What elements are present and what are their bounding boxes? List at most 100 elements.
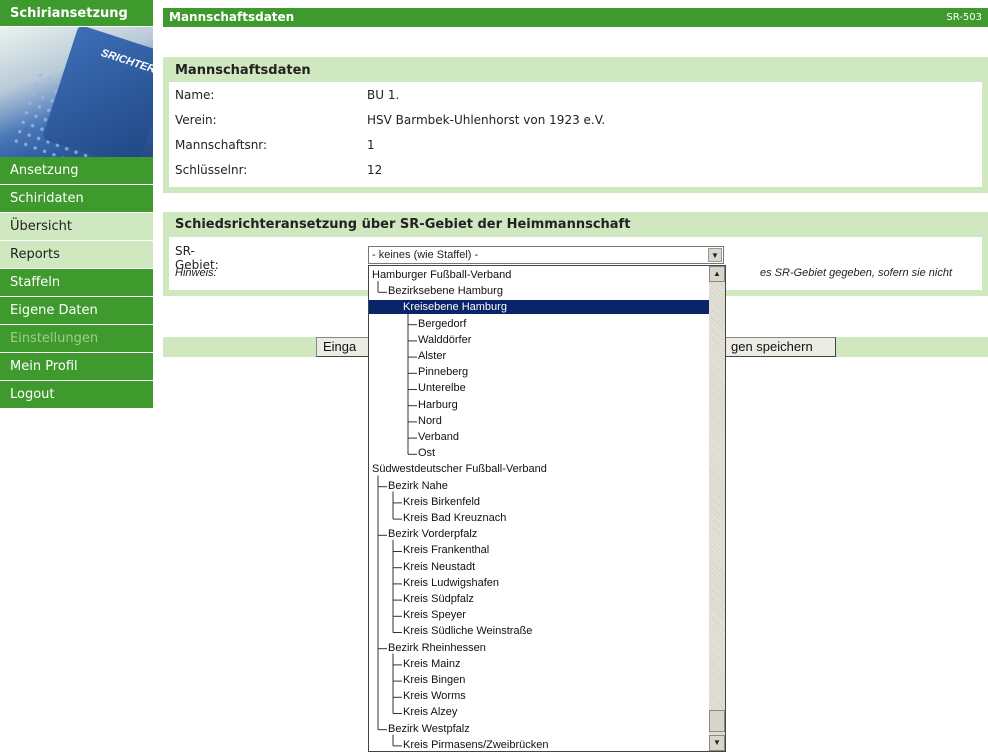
dropdown-option[interactable]: Nord: [369, 414, 709, 428]
scrollbar[interactable]: [709, 266, 725, 751]
option-label: Harburg: [418, 398, 458, 411]
dropdown-option[interactable]: Verband: [369, 430, 709, 444]
sr-area-dropdown[interactable]: Hamburger Fußball-Verband Bezirksebene Ha…: [368, 265, 726, 752]
banner-text: SRICHTER: [99, 47, 153, 76]
option-label: Kreis Alzey: [403, 706, 458, 719]
dropdown-option[interactable]: Kreis Pirmasens/Zweibrücken: [369, 738, 709, 751]
dropdown-option[interactable]: Harburg: [369, 398, 709, 412]
dropdown-option[interactable]: Bezirk Nahe: [369, 479, 709, 493]
team-panel-title: Mannschaftsdaten: [175, 63, 311, 78]
option-label: Verband: [418, 431, 459, 443]
option-label: Kreis Südpfalz: [403, 593, 474, 605]
dropdown-option[interactable]: Kreis Bad Kreuznach: [369, 511, 709, 525]
dropdown-option[interactable]: Kreis Ludwigshafen: [369, 576, 709, 590]
field-value: HSV Barmbek-Uhlenhorst von 1923 e.V.: [367, 113, 606, 127]
option-label: Kreis Speyer: [403, 609, 466, 622]
banner-image: SRICHTER: [0, 27, 153, 157]
assignment-panel-title: Schiedsrichteransetzung über SR-Gebiet d…: [175, 217, 631, 232]
option-label: Kreis Südliche Weinstraße: [403, 625, 533, 638]
nav-item-einstellungen: Einstellungen: [0, 325, 153, 353]
option-label: Kreis Birkenfeld: [403, 495, 481, 508]
dropdown-option[interactable]: Hamburger Fußball-Verband: [369, 268, 709, 282]
option-label: Kreisebene Hamburg: [403, 301, 507, 314]
field-value: BU 1.: [367, 88, 400, 102]
scroll-up-icon[interactable]: ▲: [709, 266, 725, 282]
dropdown-option[interactable]: Südwestdeutscher Fußball-Verband: [369, 462, 709, 476]
header-bar: Mannschaftsdaten SR-503: [163, 8, 988, 27]
option-label: Kreis Worms: [403, 690, 466, 703]
nav-item-ansetzung[interactable]: Ansetzung: [0, 157, 153, 185]
dropdown-option[interactable]: Alster: [369, 349, 709, 363]
option-label: Kreis Ludwigshafen: [403, 576, 500, 589]
sr-area-select[interactable]: - keines (wie Staffel) - ▼: [368, 246, 724, 264]
dropdown-option[interactable]: Unterelbe: [369, 381, 709, 395]
dropdown-option[interactable]: Bezirk Rheinhessen: [369, 641, 709, 655]
team-panel: Mannschaftsdaten Name: BU 1. Verein: HSV B…: [163, 57, 988, 193]
page-title: Mannschaftsdaten: [169, 10, 295, 24]
hint-label: Hinweis:: [175, 267, 217, 279]
option-label: Bezirk Rheinhessen: [388, 641, 486, 654]
dropdown-option[interactable]: Kreis Alzey: [369, 705, 709, 719]
option-label: Nord: [418, 414, 442, 427]
nav-item-übersicht[interactable]: Übersicht: [0, 213, 153, 241]
dropdown-option[interactable]: Bezirk Vorderpfalz: [369, 527, 709, 541]
input-button[interactable]: Einga: [316, 337, 372, 357]
option-label: Kreis Frankenthal: [403, 544, 490, 557]
option-label: Alster: [418, 350, 447, 362]
scroll-down-icon[interactable]: ▼: [709, 735, 725, 751]
dropdown-option[interactable]: Bezirk Westpfalz: [369, 722, 709, 736]
option-label: Bezirk Nahe: [388, 479, 448, 492]
team-panel-body: Name: BU 1. Verein: HSV Barmbek-Uhlenhorst…: [169, 82, 982, 187]
banner-card: SRICHTER: [41, 27, 153, 157]
dropdown-option[interactable]: Kreis Bingen: [369, 673, 709, 687]
option-label: Südwestdeutscher Fußball-Verband: [372, 463, 547, 476]
dropdown-option[interactable]: Kreis Südliche Weinstraße: [369, 624, 709, 638]
option-label: Bezirk Westpfalz: [388, 722, 470, 735]
dropdown-option[interactable]: Kreis Worms: [369, 689, 709, 703]
nav-item-mein-profil[interactable]: Mein Profil: [0, 353, 153, 381]
nav-item-eigene-daten[interactable]: Eigene Daten: [0, 297, 153, 325]
dropdown-option[interactable]: Kreis Südpfalz: [369, 592, 709, 606]
option-label: Bezirk Vorderpfalz: [388, 528, 478, 541]
dropdown-option[interactable]: Kreis Neustadt: [369, 560, 709, 574]
save-button[interactable]: gen speichern: [724, 337, 836, 357]
sr-area-selected-value: - keines (wie Staffel) -: [372, 249, 479, 261]
field-label: Name:: [175, 88, 215, 102]
nav-list: Ansetzung Schiridaten Übersicht Reports Staf…: [0, 157, 153, 409]
option-label: Ost: [418, 447, 436, 460]
option-label: Walddörfer: [418, 333, 472, 346]
dropdown-option[interactable]: Kreis Speyer: [369, 608, 709, 622]
app-brand: Schiriansetzung: [0, 0, 153, 27]
dropdown-option[interactable]: Bezirksebene Hamburg: [369, 284, 709, 298]
option-label: Unterelbe: [418, 382, 466, 395]
nav-item-schiridaten[interactable]: Schiridaten: [0, 185, 153, 213]
dropdown-option[interactable]: Kreis Frankenthal: [369, 543, 709, 557]
dropdown-option[interactable]: Kreis Mainz: [369, 657, 709, 671]
option-label: Kreis Pirmasens/Zweibrücken: [403, 738, 549, 751]
chevron-down-icon[interactable]: ▼: [708, 248, 722, 262]
field-label: Verein:: [175, 113, 217, 127]
dropdown-option[interactable]: Ost: [369, 446, 709, 460]
scroll-thumb[interactable]: [709, 710, 725, 732]
dropdown-option[interactable]: Kreisebene Hamburg: [369, 300, 709, 315]
option-label: Hamburger Fußball-Verband: [372, 269, 512, 281]
dropdown-option[interactable]: Bergedorf: [369, 317, 709, 331]
option-label: Bergedorf: [418, 317, 467, 330]
option-label: Pinneberg: [418, 366, 469, 379]
page-code: SR-503: [946, 12, 982, 23]
nav-item-logout[interactable]: Logout: [0, 381, 153, 409]
hint-text: es SR-Gebiet gegeben, sofern sie nicht: [760, 267, 953, 279]
dropdown-option[interactable]: Walddörfer: [369, 333, 709, 347]
dropdown-option[interactable]: Kreis Birkenfeld: [369, 495, 709, 509]
option-label: Kreis Bingen: [403, 674, 466, 686]
option-label: Kreis Bad Kreuznach: [403, 512, 507, 524]
field-label: Schlüsselnr:: [175, 163, 248, 177]
nav-item-staffeln[interactable]: Staffeln: [0, 269, 153, 297]
option-label: Bezirksebene Hamburg: [388, 285, 503, 298]
field-value: 1: [367, 138, 375, 152]
field-value: 12: [367, 163, 383, 177]
option-label: Kreis Neustadt: [403, 560, 476, 573]
nav-item-reports[interactable]: Reports: [0, 241, 153, 269]
dropdown-option[interactable]: Pinneberg: [369, 365, 709, 379]
sidebar: Schiriansetzung SRICHTER Ansetzung Schiri…: [0, 0, 153, 409]
